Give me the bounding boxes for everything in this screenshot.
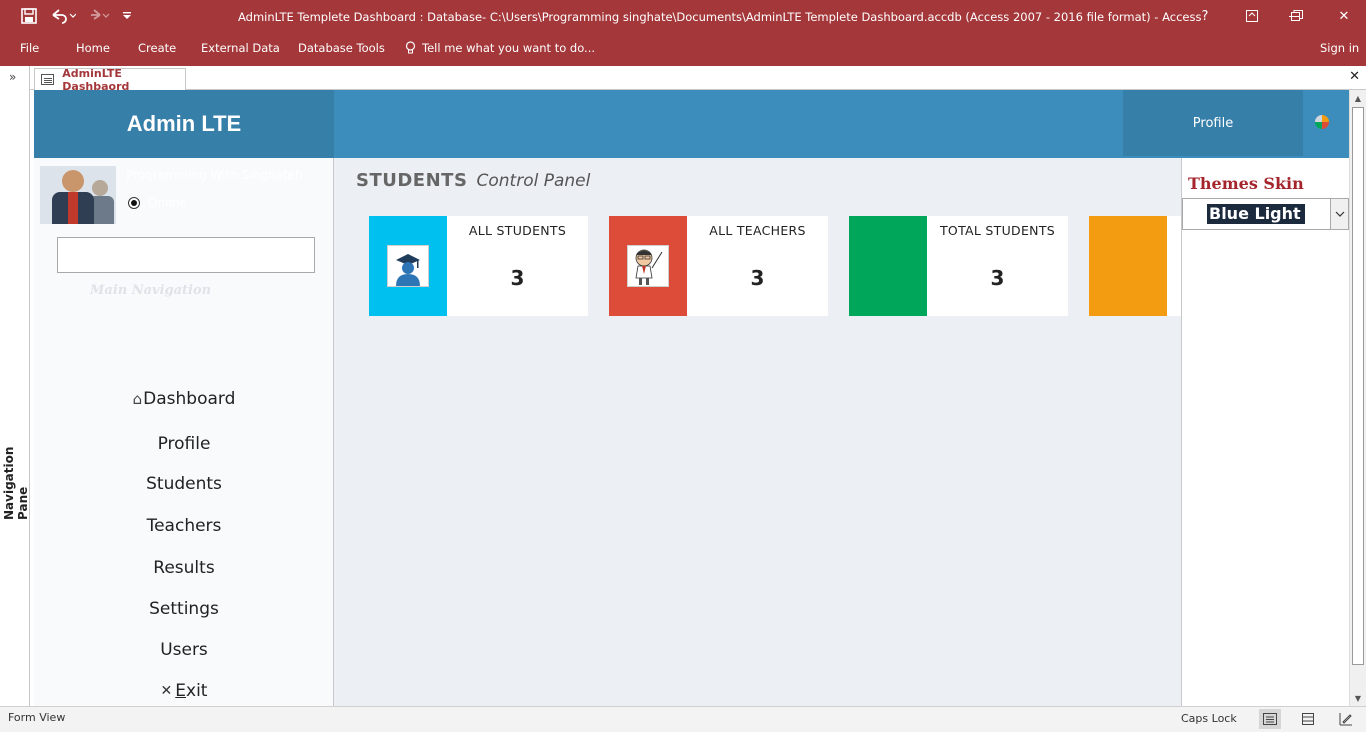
sidebar-item-teachers[interactable]: Teachers [34,513,334,539]
navigation-pane: » Navigation Pane [0,66,30,706]
tab-create[interactable]: Create [138,41,176,55]
page-title-main: STUDENTS [356,170,468,191]
form-view-icon[interactable] [1259,709,1281,729]
tab-home[interactable]: Home [76,41,110,55]
close-button[interactable]: ✕ [1329,4,1359,28]
themes-panel: Themes Skin Blue Light [1181,158,1349,706]
chevron-down-icon[interactable] [1330,199,1348,229]
top-navbar: Profile [334,90,1349,158]
info-box-label: ALL STUDENTS [468,223,567,238]
info-box-number: 3 [510,266,525,290]
info-box-all-students[interactable]: ALL STUDENTS 3 [369,216,588,316]
info-box-all-teachers[interactable]: ALL TEACHERS 3 [609,216,828,316]
info-box-number: 3 [750,266,765,290]
scroll-down-icon[interactable]: ▼ [1350,690,1366,706]
sidebar-item-users[interactable]: Users [34,637,334,663]
avatar [40,166,116,224]
profile-button[interactable]: Profile [1123,90,1303,156]
help-button[interactable]: ? [1190,4,1220,28]
online-radio-icon[interactable] [128,197,140,209]
sidebar: Programming With Singhateh Online Main N… [34,158,334,706]
search-input[interactable] [57,237,315,273]
user-name: Programming With Singhateh [126,168,303,182]
document-tab-label: AdminLTE Dashbaord [62,66,130,93]
sidebar-item-label: Students [146,474,222,494]
sidebar-item-label: Settings [149,599,219,619]
redo-icon[interactable] [84,6,112,26]
close-icon: ✕ [160,683,173,699]
ribbon-display-options-icon[interactable] [1237,4,1267,28]
themes-title: Themes Skin [1188,174,1304,193]
tab-file[interactable]: File [20,41,39,55]
caps-lock-indicator: Caps Lock [1181,712,1237,725]
page-title: STUDENTS Control Panel [356,170,590,191]
sign-in-link[interactable]: Sign in [1320,41,1359,55]
view-status: Form View [8,711,66,724]
info-box-icon-bg [849,216,927,316]
themes-skin-select[interactable]: Blue Light [1182,198,1349,230]
sidebar-item-label: Results [153,558,215,578]
tell-me-box[interactable]: Tell me what you want to do... [405,41,595,55]
title-bar: AdminLTE Templete Dashboard : Database- … [0,0,1366,34]
ribbon-tabs: File Home Create External Data Database … [0,34,1366,66]
navigation-pane-label[interactable]: Navigation Pane [2,410,30,520]
info-box-icon-bg [609,216,687,316]
themes-skin-value: Blue Light [1207,204,1305,224]
pie-chart-icon[interactable] [1315,115,1329,129]
undo-icon[interactable] [48,6,78,26]
status-bar: Form View Caps Lock [0,706,1366,732]
sidebar-item-exit[interactable]: ✕ Exit [34,678,334,704]
info-box-number: 3 [990,266,1005,290]
scroll-thumb[interactable] [1352,107,1364,665]
tab-adminlte-dashboard[interactable]: AdminLTE Dashbaord [34,66,186,93]
info-box-icon-bg [369,216,447,316]
info-box-label: TOTAL STUDENTS [940,223,1055,238]
document-tab-strip: AdminLTE Dashbaord ✕ [30,66,1366,93]
brand-logo[interactable]: Admin LTE [34,90,334,158]
sidebar-item-label: Exit [175,681,208,701]
form-icon [41,74,55,85]
online-label: Online [148,196,187,210]
sidebar-item-students[interactable]: Students [34,471,334,497]
info-box-fourth[interactable] [1089,216,1181,316]
info-box-label: ALL TEACHERS [709,223,806,238]
graduate-icon [387,245,429,287]
main-content: STUDENTS Control Panel ALL STUDENTS 3 AL… [335,158,1181,706]
sidebar-item-label: Users [160,640,208,660]
close-document-icon[interactable]: ✕ [1349,69,1360,84]
home-icon: ⌂ [132,390,143,408]
nav-header: Main Navigation [90,283,212,298]
online-status: Online [128,196,187,210]
scroll-up-icon[interactable]: ▲ [1350,90,1366,106]
sidebar-item-label: Teachers [146,516,222,536]
customize-quick-access-icon[interactable] [118,6,136,26]
sidebar-item-settings[interactable]: Settings [34,596,334,622]
tab-external-data[interactable]: External Data [201,41,280,55]
vertical-scrollbar[interactable]: ▲ ▼ [1349,90,1366,706]
sidebar-item-results[interactable]: Results [34,555,334,581]
sidebar-item-label: Profile [157,434,211,454]
window-title: AdminLTE Templete Dashboard : Database- … [238,10,1202,24]
design-view-icon[interactable] [1335,709,1357,729]
sidebar-item-profile[interactable]: Profile [34,431,334,457]
restore-button[interactable] [1282,4,1312,28]
sidebar-item-label: Dashboard [143,389,236,409]
dashboard-form: Admin LTE Profile Programming With Singh… [34,90,1349,706]
tell-me-text: Tell me what you want to do... [422,41,596,55]
teacher-icon [627,245,669,287]
lightbulb-icon [405,41,416,55]
tab-database-tools[interactable]: Database Tools [298,41,385,55]
page-subtitle: Control Panel [476,171,591,191]
info-box-icon-bg [1089,216,1167,316]
sidebar-item-dashboard[interactable]: ⌂ Dashboard [34,386,334,412]
save-icon[interactable] [18,6,40,26]
layout-view-icon[interactable] [1297,709,1319,729]
info-box-total-students[interactable]: TOTAL STUDENTS 3 [849,216,1068,316]
expand-nav-pane-icon[interactable]: » [9,70,16,84]
